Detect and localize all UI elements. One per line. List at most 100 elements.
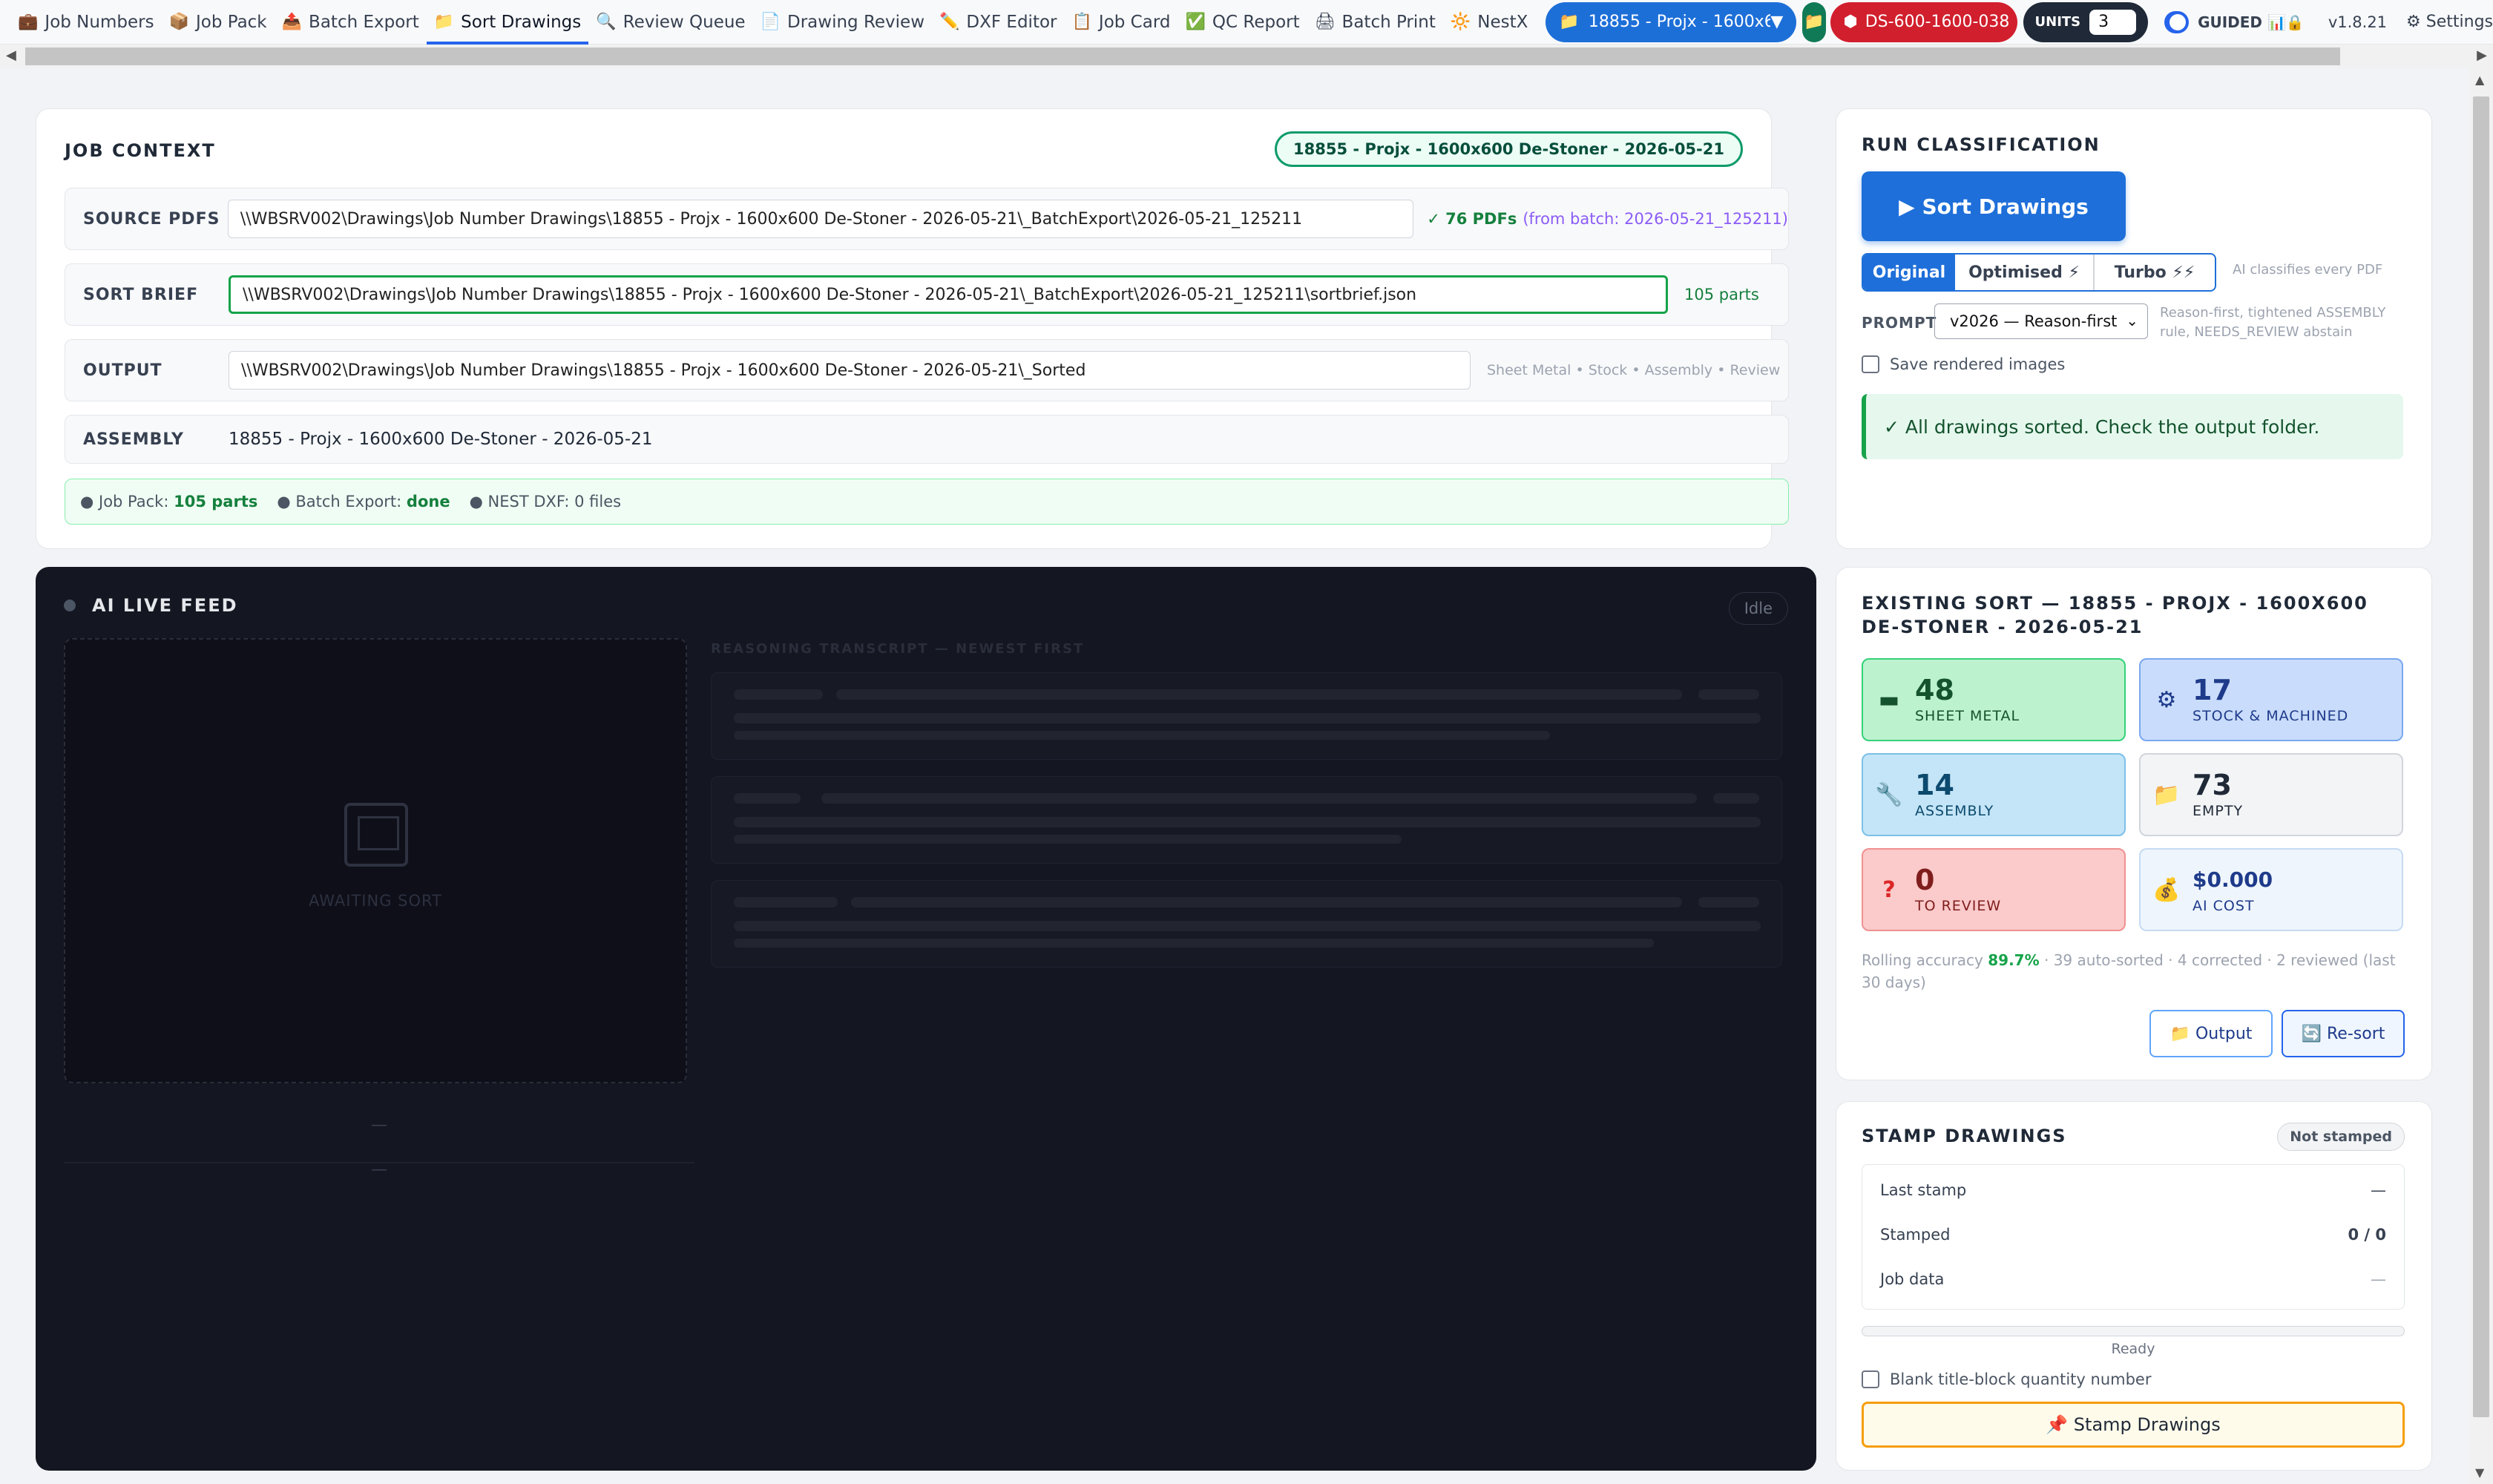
scroll-up-icon[interactable]: ▲: [2475, 73, 2484, 87]
transcript-title: REASONING TRANSCRIPT — NEWEST FIRST: [711, 641, 1085, 657]
ai-live-feed-title: AI LIVE FEED: [92, 595, 238, 616]
scroll-right-icon[interactable]: ▶: [2477, 47, 2487, 63]
source-pdfs-status: ✓ 76 PDFs: [1427, 210, 1517, 228]
open-folder-button[interactable]: 📁: [1802, 1, 1826, 42]
nav-label: Review Queue: [623, 12, 746, 32]
guided-toggle[interactable]: [2164, 10, 2190, 33]
tile-value: 73: [2193, 769, 2232, 801]
scroll-left-icon[interactable]: ◀: [6, 47, 16, 63]
vertical-scrollbar[interactable]: ▲ ▼: [2469, 68, 2493, 1484]
existing-sort-panel: EXISTING SORT — 18855 - PROJX - 1600X600…: [1836, 567, 2432, 1080]
skeleton-bar: [734, 731, 1550, 740]
skeleton-bar: [1698, 689, 1759, 700]
pencil-icon: ✏️: [939, 12, 960, 31]
assembly-row: ASSEMBLY 18855 - Projx - 1600x600 De-Sto…: [65, 415, 1789, 464]
skeleton-bar: [836, 689, 1682, 700]
scroll-thumb[interactable]: [2473, 96, 2489, 1417]
money-bag-icon: 💰: [2152, 876, 2181, 903]
stock-machined-tile[interactable]: ⚙ 17 STOCK & MACHINED: [2139, 658, 2403, 741]
accuracy-value: 89.7%: [1988, 951, 2040, 969]
resort-button[interactable]: 🔄 Re-sort: [2282, 1010, 2405, 1057]
save-images-checkbox[interactable]: Save rendered images: [1862, 355, 2065, 373]
prompt-select[interactable]: v2026 — Reason-first ⌄: [1934, 303, 2148, 339]
horizontal-scrollbar[interactable]: ◀ ▶: [0, 45, 2493, 68]
stamp-ready-label: Ready: [2111, 1341, 2155, 1357]
document-icon: 📄: [760, 12, 781, 31]
nav-label: Sort Drawings: [461, 12, 582, 32]
stamp-drawings-button[interactable]: 📌 Stamp Drawings: [1862, 1402, 2405, 1448]
nav-qc-report[interactable]: ✅ QC Report: [1177, 0, 1307, 45]
sort-result-message: ✓ All drawings sorted. Check the output …: [1862, 394, 2403, 459]
stamp-info-row: Job data —: [1862, 1257, 2404, 1301]
nav-batch-print[interactable]: 🖨 Batch Print: [1307, 0, 1443, 45]
blank-quantity-checkbox[interactable]: Blank title-block quantity number: [1862, 1370, 2151, 1388]
skeleton-bar: [734, 793, 801, 804]
nav-sort-drawings[interactable]: 📁 Sort Drawings: [426, 0, 589, 45]
nest-dxf-status: ● NEST DXF: 0 files: [470, 493, 622, 510]
prompt-select-value: v2026 — Reason-first: [1950, 312, 2118, 330]
output-input[interactable]: \\WBSRV002\Drawings\Job Number Drawings\…: [229, 351, 1471, 390]
settings-link[interactable]: ⚙ Settings: [2406, 13, 2493, 31]
settings-label: Settings: [2425, 13, 2493, 31]
checkbox-box[interactable]: [1862, 355, 1879, 373]
mode-turbo[interactable]: Turbo ⚡⚡: [2095, 255, 2215, 290]
nest-dxf-status-value: 0 files: [574, 493, 622, 510]
skeleton-bar: [734, 817, 1761, 827]
tile-value: 17: [2193, 674, 2232, 706]
ds-part-label: DS-600-1600-038: [1865, 13, 2010, 31]
sort-brief-row: SORT BRIEF \\WBSRV002\Drawings\Job Numbe…: [65, 263, 1789, 326]
sort-brief-input[interactable]: \\WBSRV002\Drawings\Job Number Drawings\…: [229, 275, 1668, 314]
pipeline-status-row: ● Job Pack: 105 parts ● Batch Export: do…: [65, 479, 1789, 525]
prompt-label: PROMPT: [1862, 314, 1937, 332]
sort-drawings-button[interactable]: ▶ Sort Drawings: [1862, 171, 2126, 241]
checkbox-box[interactable]: [1862, 1370, 1879, 1388]
row-label: Last stamp: [1880, 1181, 1967, 1199]
tile-value: $0.000: [2193, 867, 2273, 892]
skeleton-bar: [734, 921, 1761, 931]
open-output-button[interactable]: 📁 Output: [2149, 1010, 2273, 1057]
job-selector-dropdown[interactable]: 📁 18855 - Projx - 1600x600 De-Stoner - 2…: [1546, 1, 1797, 42]
nav-job-pack[interactable]: 📦 Job Pack: [162, 0, 275, 45]
nav-label: Batch Print: [1341, 12, 1436, 32]
skeleton-bar: [734, 897, 838, 907]
scroll-thumb[interactable]: [25, 47, 2340, 65]
nav-label: Drawing Review: [787, 12, 925, 32]
chevron-down-icon: ⌄: [2126, 312, 2138, 329]
ds-part-button[interactable]: ⬢ DS-600-1600-038: [1830, 1, 2017, 42]
source-pdfs-input[interactable]: \\WBSRV002\Drawings\Job Number Drawings\…: [227, 200, 1414, 238]
nav-review-queue[interactable]: 🔍 Review Queue: [588, 0, 752, 45]
empty-tile[interactable]: 📁 73 EMPTY: [2139, 753, 2403, 836]
scroll-down-icon[interactable]: ▼: [2475, 1465, 2484, 1480]
to-review-tile[interactable]: ? 0 TO REVIEW: [1862, 848, 2126, 931]
image-placeholder-icon: [344, 803, 408, 867]
gear-icon: ⚙: [2156, 686, 2177, 713]
tile-label: AI COST: [2193, 898, 2255, 914]
ai-live-feed-header: AI LIVE FEED: [64, 595, 238, 616]
nav-job-numbers[interactable]: 💼 Job Numbers: [10, 0, 162, 45]
stamp-info-table: Last stamp — Stamped 0 / 0 Job data —: [1862, 1164, 2405, 1310]
units-input[interactable]: 3: [2089, 9, 2136, 35]
status-dot-icon: [64, 600, 76, 611]
source-pdfs-label: SOURCE PDFS: [83, 209, 220, 229]
nav-batch-export[interactable]: 📤 Batch Export: [275, 0, 427, 45]
version-label: v1.8.21: [2328, 13, 2388, 31]
nav-nestx[interactable]: 🔆 NestX: [1443, 0, 1536, 45]
nav-drawing-review[interactable]: 📄 Drawing Review: [753, 0, 932, 45]
folder-icon: 📁: [1559, 13, 1580, 31]
output-row: OUTPUT \\WBSRV002\Drawings\Job Number Dr…: [65, 339, 1789, 401]
sheet-metal-tile[interactable]: ▬ 48 SHEET METAL: [1862, 658, 2126, 741]
nav-dxf-editor[interactable]: ✏️ DXF Editor: [932, 0, 1064, 45]
job-selector-label: 18855 - Projx - 1600x600 De-Stoner - 202…: [1588, 13, 1771, 31]
magnifier-icon: 🔍: [596, 12, 617, 31]
row-value: 0 / 0: [2348, 1226, 2386, 1244]
package-icon: 📦: [168, 12, 189, 31]
nav-job-card[interactable]: 📋 Job Card: [1065, 0, 1178, 45]
mode-optimised[interactable]: Optimised ⚡: [1955, 255, 2095, 290]
nest-dxf-status-label: ● NEST DXF:: [469, 493, 570, 510]
folder-icon: 📁: [433, 12, 455, 31]
nav-label: Batch Export: [309, 12, 419, 32]
units-label: UNITS: [2034, 14, 2081, 30]
assembly-tile[interactable]: 🔧 14 ASSEMBLY: [1862, 753, 2126, 836]
mode-original[interactable]: Original: [1863, 255, 1955, 290]
sheet-metal-icon: ▬: [1878, 686, 1900, 713]
